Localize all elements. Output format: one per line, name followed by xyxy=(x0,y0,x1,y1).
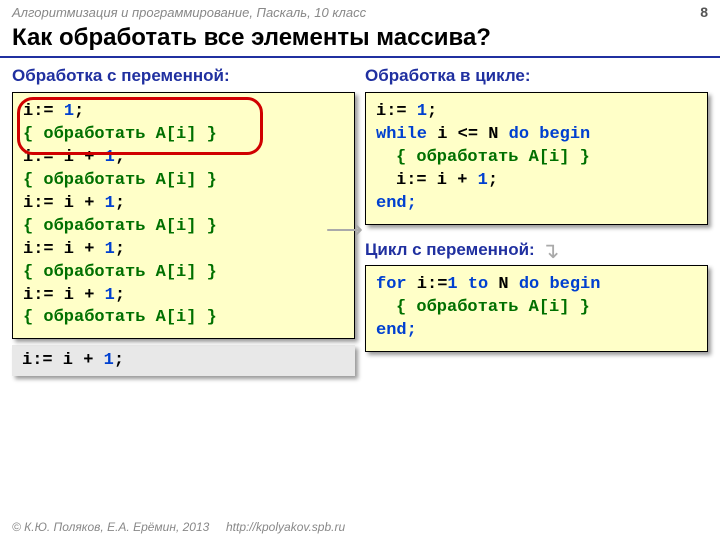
t: i:= i + xyxy=(23,194,105,213)
t: i:= i + xyxy=(23,240,105,259)
t: i:= i + xyxy=(23,148,105,167)
left-heading: Обработка с переменной: xyxy=(12,66,355,86)
code-for: for i:=1 to N do begin { обработать A[i]… xyxy=(365,265,708,352)
t: ; xyxy=(427,102,437,121)
code-while: i:= 1; while i <= N do begin { обработат… xyxy=(365,92,708,225)
kw: for xyxy=(376,275,407,294)
n: 1 xyxy=(417,102,427,121)
comment: { обработать A[i] } xyxy=(23,262,344,285)
kw: end; xyxy=(376,320,697,343)
t: N xyxy=(488,275,519,294)
comment: { обработать A[i] } xyxy=(23,124,344,147)
left-column: Обработка с переменной: i:= 1; { обработ… xyxy=(12,64,355,376)
n: 1 xyxy=(105,194,115,213)
t: i <= N xyxy=(427,125,509,144)
n: 1 xyxy=(447,275,457,294)
n: 1 xyxy=(105,148,115,167)
comment: { обработать A[i] } xyxy=(396,298,590,317)
comment: { обработать A[i] } xyxy=(396,148,590,167)
kw: do begin xyxy=(509,125,591,144)
n: 1 xyxy=(64,102,74,121)
footer-url: http://kpolyakov.spb.ru xyxy=(226,520,345,534)
kw: do begin xyxy=(519,275,601,294)
code-unrolled: i:= 1; { обработать A[i] } i:= i + 1; { … xyxy=(12,92,355,339)
kw: to xyxy=(458,275,489,294)
n: 1 xyxy=(105,240,115,259)
comment: { обработать A[i] } xyxy=(23,216,344,239)
t: i:= xyxy=(376,102,417,121)
kw: end; xyxy=(376,193,697,216)
slide-footer: © К.Ю. Поляков, Е.А. Ерёмин, 2013 http:/… xyxy=(12,520,345,534)
kw: while xyxy=(376,125,427,144)
t: ; xyxy=(115,148,125,167)
arrow-right-icon: ⟶ xyxy=(326,214,363,245)
n: 1 xyxy=(478,171,488,190)
slide-header: Алгоритмизация и программирование, Паска… xyxy=(0,0,720,22)
n: 1 xyxy=(105,286,115,305)
t: i:= xyxy=(23,102,64,121)
slide-title: Как обработать все элементы массива? xyxy=(0,22,720,58)
t: ; xyxy=(115,194,125,213)
t: ; xyxy=(74,102,84,121)
t: i:= i + xyxy=(22,351,104,370)
t: i:= xyxy=(407,275,448,294)
t: i:= i + xyxy=(23,286,105,305)
arrow-down-icon: ↴ xyxy=(541,238,559,264)
page-number: 8 xyxy=(700,4,708,20)
code-gray: i:= i + 1; xyxy=(12,345,355,376)
t: ; xyxy=(115,286,125,305)
t: ; xyxy=(115,240,125,259)
right-column: Обработка в цикле: i:= 1; while i <= N d… xyxy=(365,64,708,376)
t: ; xyxy=(114,351,124,370)
comment: { обработать A[i] } xyxy=(23,170,344,193)
t: ; xyxy=(488,171,498,190)
t: i:= i + xyxy=(396,171,478,190)
right-heading-1: Обработка в цикле: xyxy=(365,66,708,86)
copyright: © К.Ю. Поляков, Е.А. Ерёмин, 2013 xyxy=(12,520,209,534)
course-name: Алгоритмизация и программирование, Паска… xyxy=(12,5,366,20)
comment: { обработать A[i] } xyxy=(23,307,344,330)
right-heading-2: Цикл с переменной: xyxy=(365,240,535,259)
n: 1 xyxy=(104,351,114,370)
